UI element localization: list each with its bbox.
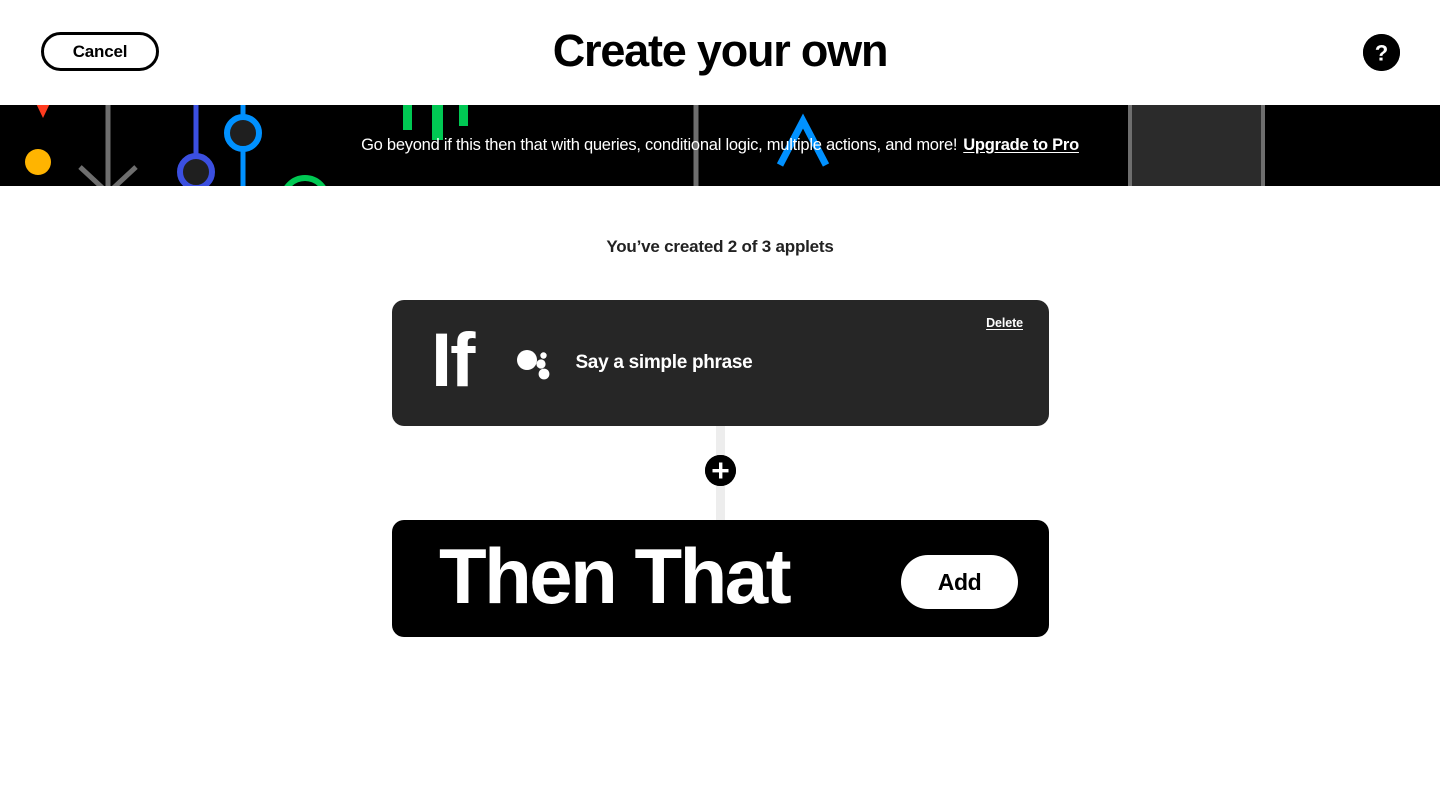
if-keyword: If — [431, 318, 475, 403]
page-header: Cancel Create your own ? — [0, 0, 1440, 105]
then-action-card[interactable]: Then That Add — [392, 520, 1049, 637]
help-button[interactable]: ? — [1363, 34, 1400, 71]
google-assistant-icon — [517, 350, 550, 380]
upgrade-banner[interactable]: Go beyond if this then that with queries… — [0, 105, 1440, 186]
upgrade-to-pro-link[interactable]: Upgrade to Pro — [963, 136, 1079, 155]
applet-count-label: You’ve created 2 of 3 applets — [606, 237, 834, 256]
banner-message: Go beyond if this then that with queries… — [361, 136, 958, 154]
step-connector — [392, 426, 1049, 520]
main-content: You’ve created 2 of 3 applets If Say a s… — [0, 186, 1440, 787]
question-mark-circle-icon: ? — [1363, 34, 1400, 71]
add-action-button[interactable]: Add — [901, 555, 1018, 609]
if-trigger-card[interactable]: If Say a simple phrase Delete — [392, 300, 1049, 426]
applet-builder: If Say a simple phrase Delete Then That … — [392, 300, 1049, 637]
plus-icon — [705, 455, 736, 486]
then-that-keyword: Then That — [439, 532, 792, 620]
delete-trigger-link[interactable]: Delete — [986, 316, 1023, 330]
trigger-title: Say a simple phrase — [575, 352, 753, 373]
svg-text:?: ? — [1375, 41, 1388, 66]
banner-text-row: Go beyond if this then that with queries… — [0, 105, 1440, 186]
page-title: Create your own — [552, 25, 889, 76]
add-step-button[interactable] — [705, 455, 736, 486]
